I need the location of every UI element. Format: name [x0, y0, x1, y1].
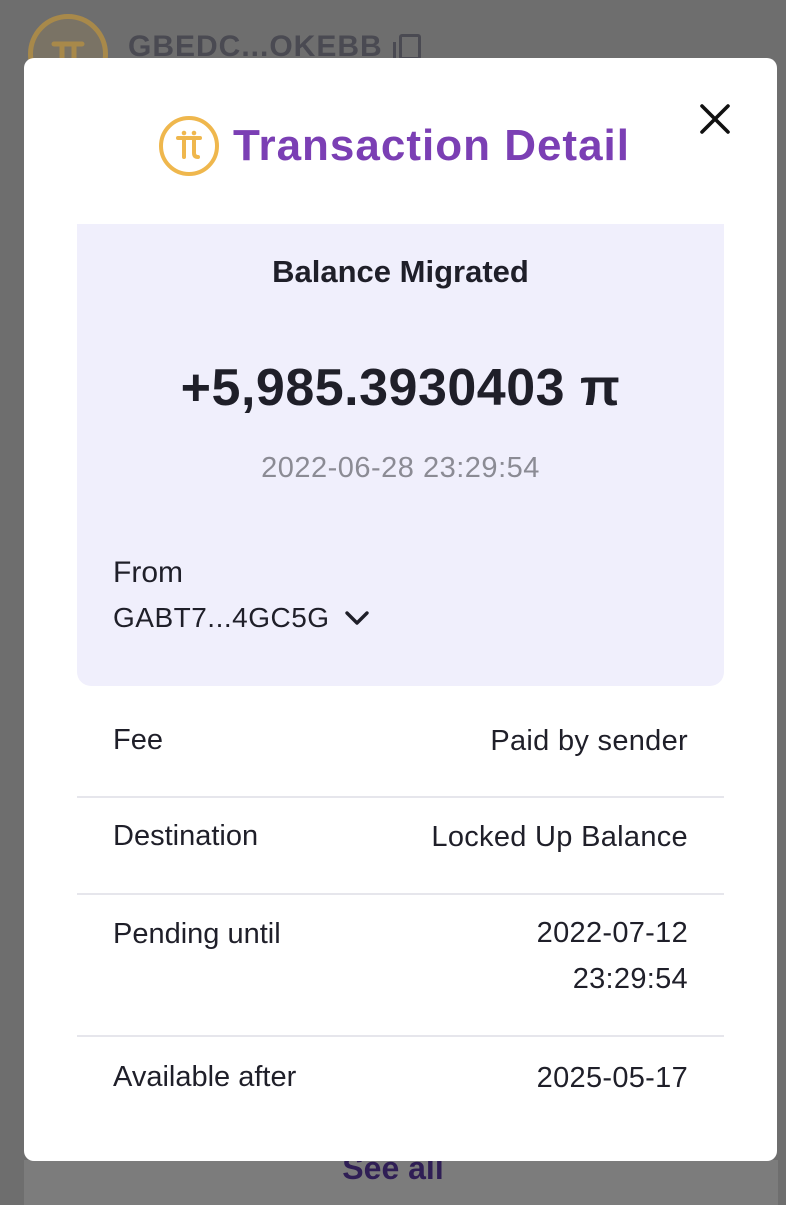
transaction-summary-card: Balance Migrated +5,985.3930403 π 2022-0… [77, 224, 724, 686]
detail-label: Pending until [113, 918, 281, 950]
chevron-down-icon [344, 611, 369, 625]
detail-row-destination: Destination Locked Up Balance [77, 820, 724, 895]
detail-value: 2025-05-17 [536, 1062, 688, 1094]
detail-value: Locked Up Balance [431, 821, 688, 853]
detail-row-pending-until: Pending until 2022-07-12 23:29:54 [77, 917, 724, 1037]
transaction-type: Balance Migrated [272, 254, 529, 289]
transaction-date: 2022-06-28 23:29:54 [261, 452, 540, 484]
from-address-toggle[interactable]: GABT7...4GC5G [113, 602, 370, 634]
modal-title: Transaction Detail [233, 121, 631, 170]
close-icon [700, 104, 730, 134]
pending-until-date: 2022-07-12 [536, 917, 688, 949]
close-button[interactable] [692, 96, 738, 142]
detail-row-fee: Fee Paid by sender [77, 724, 724, 798]
transaction-amount: +5,985.3930403 π [180, 359, 621, 417]
detail-label: Fee [113, 724, 163, 756]
detail-row-available-after: Available after 2025-05-17 [77, 1061, 724, 1121]
from-label: From [113, 556, 183, 589]
from-address: GABT7...4GC5G [113, 602, 330, 633]
detail-label: Destination [113, 820, 259, 852]
modal-header: Transaction Detail [159, 114, 630, 178]
detail-label: Available after [113, 1061, 297, 1093]
pi-logo-icon [159, 116, 219, 176]
detail-value: Paid by sender [490, 725, 688, 757]
copy-icon [392, 34, 421, 67]
detail-value: 2022-07-12 23:29:54 [537, 910, 688, 1002]
pending-until-time: 23:29:54 [572, 963, 688, 995]
transaction-detail-modal: Transaction Detail Balance Migrated +5,9… [24, 58, 777, 1161]
